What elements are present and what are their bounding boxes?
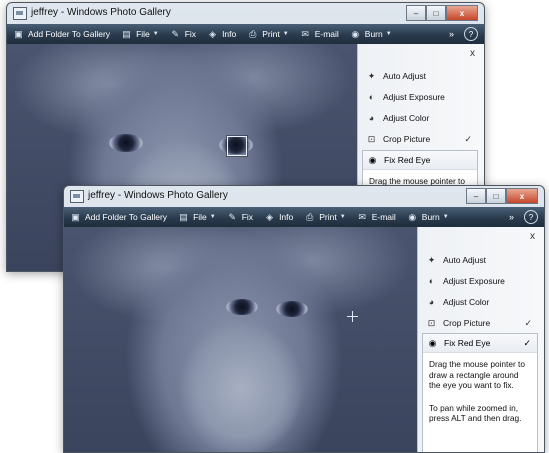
crop-icon: ⊡ bbox=[427, 317, 436, 328]
left-eye bbox=[226, 299, 258, 315]
printer-icon: ⎙ bbox=[249, 29, 257, 39]
burn-menu-button[interactable]: ◉ Burn ▼ bbox=[407, 212, 449, 222]
window-title: jeffrey - Windows Photo Gallery bbox=[31, 7, 171, 18]
more-commands-button[interactable]: » bbox=[449, 29, 454, 39]
adjust-color-item[interactable]: ◕ Adjust Color bbox=[366, 109, 474, 127]
adjust-exposure-item[interactable]: ◐ Adjust Exposure bbox=[426, 272, 534, 290]
email-icon: ✉ bbox=[358, 212, 366, 222]
eye-icon: ◉ bbox=[368, 154, 377, 165]
pan-tip: To pan while zoomed in, press ALT and th… bbox=[429, 402, 522, 424]
fix-icon: ✎ bbox=[228, 212, 236, 222]
photo-view[interactable] bbox=[64, 227, 418, 452]
title-bar[interactable]: jeffrey - Windows Photo Gallery – □ x bbox=[64, 186, 544, 207]
close-pane-button[interactable]: x bbox=[530, 231, 535, 242]
crop-picture-item[interactable]: ⊡ Crop Picture ✓ bbox=[426, 314, 534, 332]
fix-red-eye-header[interactable]: ◉ Fix Red Eye ✓ bbox=[423, 334, 537, 353]
info-button[interactable]: ◈ Info bbox=[264, 212, 293, 222]
disc-icon: ◉ bbox=[351, 29, 360, 39]
exposure-icon: ◐ bbox=[428, 276, 435, 286]
auto-adjust-item[interactable]: ✦ Auto Adjust bbox=[426, 251, 534, 269]
adjust-color-item[interactable]: ◕ Adjust Color bbox=[426, 293, 534, 311]
file-menu-button[interactable]: ▤ File ▼ bbox=[178, 212, 216, 222]
red-eye-selection-rectangle[interactable] bbox=[227, 136, 247, 156]
close-pane-button[interactable]: x bbox=[470, 48, 475, 59]
checkmark-icon: ✓ bbox=[464, 133, 472, 144]
minimize-button[interactable]: – bbox=[466, 188, 486, 204]
more-commands-button[interactable]: » bbox=[509, 212, 514, 222]
photo-gallery-app-icon bbox=[70, 190, 84, 203]
fix-button[interactable]: ✎ Fix bbox=[170, 29, 196, 39]
email-button[interactable]: ✉ E-mail bbox=[300, 29, 338, 39]
help-button[interactable]: ? bbox=[524, 210, 538, 224]
auto-adjust-item[interactable]: ✦ Auto Adjust bbox=[366, 67, 474, 85]
right-eye bbox=[276, 301, 308, 317]
file-icon: ▤ bbox=[122, 29, 131, 39]
adjust-exposure-item[interactable]: ◐ Adjust Exposure bbox=[366, 88, 474, 106]
color-icon: ◕ bbox=[368, 113, 375, 123]
chevron-down-icon: ▼ bbox=[152, 31, 159, 37]
chevron-down-icon: ▼ bbox=[339, 214, 346, 220]
crosshair-cursor bbox=[347, 311, 358, 322]
close-button[interactable]: x bbox=[506, 188, 538, 204]
add-folder-button[interactable]: ▣ Add Folder To Gallery bbox=[13, 29, 110, 39]
eye-icon: ◉ bbox=[428, 337, 437, 348]
magic-wand-icon: ✦ bbox=[427, 254, 436, 265]
crop-picture-item[interactable]: ⊡ Crop Picture ✓ bbox=[366, 130, 474, 148]
magic-wand-icon: ✦ bbox=[367, 70, 376, 81]
print-menu-button[interactable]: ⎙ Print ▼ bbox=[304, 212, 346, 222]
crop-icon: ⊡ bbox=[367, 133, 376, 144]
maximize-button[interactable]: □ bbox=[426, 5, 446, 21]
exposure-icon: ◐ bbox=[368, 92, 375, 102]
chevron-down-icon: ▼ bbox=[442, 214, 449, 220]
fix-icon: ✎ bbox=[171, 29, 179, 39]
printer-icon: ⎙ bbox=[306, 212, 314, 222]
add-folder-icon: ▣ bbox=[14, 29, 23, 39]
title-bar[interactable]: jeffrey - Windows Photo Gallery – □ x bbox=[7, 3, 484, 24]
photo-gallery-window-front: jeffrey - Windows Photo Gallery – □ x ▣ A… bbox=[63, 185, 545, 453]
command-bar: ▣ Add Folder To Gallery ▤ File ▼ ✎ Fix ◈ Info… bbox=[7, 24, 484, 44]
info-tag-icon: ◈ bbox=[266, 212, 274, 222]
burn-menu-button[interactable]: ◉ Burn ▼ bbox=[350, 29, 392, 39]
add-folder-button[interactable]: ▣ Add Folder To Gallery bbox=[70, 212, 167, 222]
close-button[interactable]: x bbox=[446, 5, 478, 21]
add-folder-icon: ▣ bbox=[71, 212, 80, 222]
red-eye-instruction: Drag the mouse pointer to draw a rectang… bbox=[429, 359, 525, 390]
checkmark-icon: ✓ bbox=[523, 337, 531, 348]
fix-pane: x ✦ Auto Adjust ◐ Adjust Exposure ◕ Adjust … bbox=[417, 227, 544, 452]
chevron-down-icon: ▼ bbox=[385, 31, 392, 37]
maximize-button[interactable]: □ bbox=[486, 188, 506, 204]
print-menu-button[interactable]: ⎙ Print ▼ bbox=[247, 29, 289, 39]
help-button[interactable]: ? bbox=[464, 27, 478, 41]
fix-red-eye-header[interactable]: ◉ Fix Red Eye bbox=[363, 151, 477, 170]
chevron-down-icon: ▼ bbox=[209, 214, 216, 220]
info-tag-icon: ◈ bbox=[209, 29, 217, 39]
color-icon: ◕ bbox=[428, 297, 435, 307]
minimize-button[interactable]: – bbox=[406, 5, 426, 21]
email-icon: ✉ bbox=[301, 29, 309, 39]
file-menu-button[interactable]: ▤ File ▼ bbox=[121, 29, 159, 39]
command-bar: ▣ Add Folder To Gallery ▤ File ▼ ✎ Fix ◈ Info… bbox=[64, 207, 544, 227]
fix-red-eye-section[interactable]: ◉ Fix Red Eye ✓ Drag the mouse pointer to … bbox=[422, 333, 538, 452]
window-title: jeffrey - Windows Photo Gallery bbox=[88, 190, 228, 201]
disc-icon: ◉ bbox=[408, 212, 417, 222]
email-button[interactable]: ✉ E-mail bbox=[357, 212, 395, 222]
left-eye bbox=[109, 134, 143, 152]
chevron-down-icon: ▼ bbox=[282, 31, 289, 37]
info-button[interactable]: ◈ Info bbox=[207, 29, 236, 39]
checkmark-icon: ✓ bbox=[524, 317, 532, 328]
fix-button[interactable]: ✎ Fix bbox=[227, 212, 253, 222]
photo-gallery-app-icon bbox=[13, 7, 27, 20]
file-icon: ▤ bbox=[179, 212, 188, 222]
